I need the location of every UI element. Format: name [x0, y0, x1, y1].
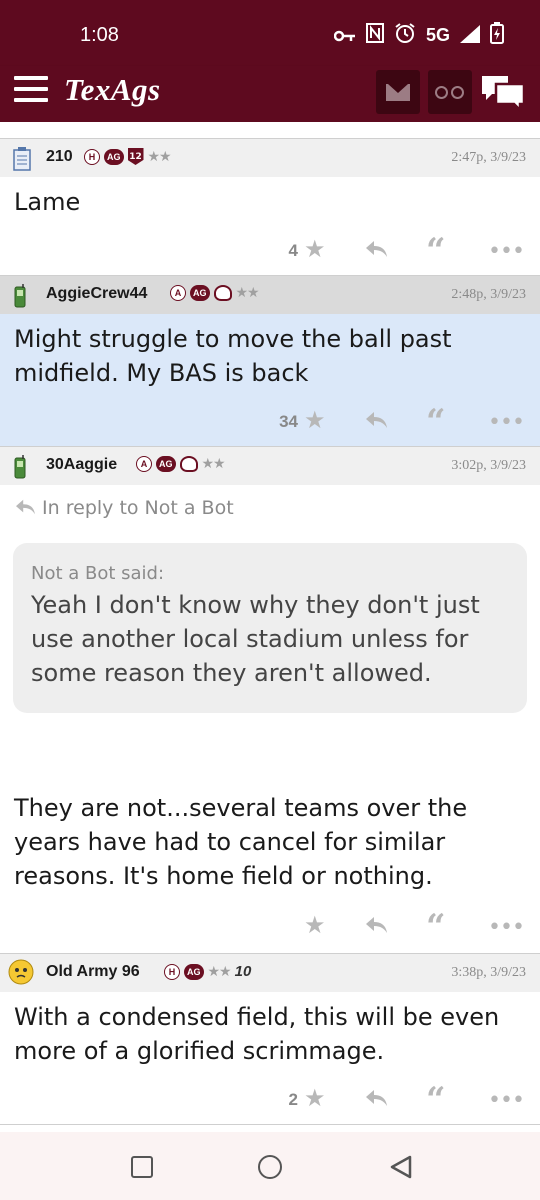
post: Old Army 96 H AG ★★ 10 3:38p, 3/9/23 Wit…	[0, 953, 540, 1124]
key-icon	[333, 24, 356, 48]
rating-stars: ★★	[147, 148, 172, 165]
app-bar: TexAgs	[0, 66, 540, 122]
post-body: Lame	[0, 177, 540, 227]
status-bar: 1:08 5G	[0, 0, 540, 66]
quote-box: Not a Bot said: Yeah I don't know why th…	[13, 543, 527, 713]
badge-h: H	[164, 963, 180, 980]
post-header: AggieCrew44 A AG ★★ 2:48p, 3/9/23	[0, 276, 540, 314]
badge-ag: AG	[104, 148, 124, 165]
recents-icon[interactable]	[131, 1156, 153, 1178]
signal-icon	[460, 24, 480, 48]
badge-h: H	[84, 148, 100, 165]
helmet-icon	[213, 285, 232, 301]
quote-icon[interactable]: “	[426, 231, 446, 271]
user-badges: H AG ★★ 10	[164, 963, 251, 980]
star-icon[interactable]: ★	[304, 1084, 326, 1112]
post-body: They are not...several teams over the ye…	[0, 713, 540, 903]
badge-ag: AG	[190, 285, 210, 301]
user-badges: A AG ★★	[170, 285, 260, 301]
texags-logo[interactable]: TexAgs	[64, 72, 161, 108]
mail-icon	[386, 84, 410, 101]
star-count: 4	[288, 241, 298, 260]
username[interactable]: 210	[46, 148, 73, 166]
network-type: 5G	[425, 25, 450, 45]
more-icon[interactable]: •••	[488, 915, 525, 940]
menu-icon[interactable]	[14, 76, 48, 104]
more-icon[interactable]: •••	[488, 1088, 525, 1113]
post-header: 210 H AG 12 ★★ 2:47p, 3/9/23	[0, 139, 540, 177]
star-icon[interactable]: ★	[304, 406, 326, 434]
post-actions: ★ “ •••	[0, 903, 540, 953]
badge-a: A	[170, 285, 186, 301]
reply-icon[interactable]	[364, 410, 388, 435]
post-text: Lame	[14, 188, 81, 216]
reply-icon[interactable]	[364, 239, 388, 264]
star-icon[interactable]: ★	[304, 911, 326, 939]
post-actions: 4 ★ “ •••	[0, 227, 540, 275]
reply-to-text: In reply to Not a Bot	[42, 497, 234, 519]
post-actions: 34 ★ “ •••	[0, 398, 540, 446]
star-count: 34	[279, 412, 298, 431]
reply-to-link[interactable]: In reply to Not a Bot	[0, 485, 540, 529]
nfc-icon	[365, 23, 384, 48]
reply-icon	[14, 498, 36, 521]
binoculars-button[interactable]	[428, 70, 472, 114]
quote-icon[interactable]: “	[426, 1080, 446, 1120]
post-text: With a condensed field, this will be eve…	[14, 1003, 500, 1065]
rating-stars: ★★	[201, 456, 226, 472]
username[interactable]: 30Aaggie	[46, 456, 117, 474]
star-count: 2	[288, 1090, 298, 1109]
post: 30Aaggie A AG ★★ 3:02p, 3/9/23 In reply …	[0, 446, 540, 953]
post-partial	[0, 1124, 540, 1132]
cellphone-icon	[12, 455, 32, 479]
user-badges: H AG 12 ★★	[84, 148, 172, 165]
post-header: 30Aaggie A AG ★★ 3:02p, 3/9/23	[0, 447, 540, 485]
reply-icon[interactable]	[364, 1088, 388, 1113]
post-text: They are not...several teams over the ye…	[14, 794, 468, 890]
post-text: Might struggle to move the ball past mid…	[14, 325, 452, 387]
post-timestamp: 2:47p, 3/9/23	[451, 150, 526, 165]
badge-12: 12	[127, 148, 144, 165]
post-header: Old Army 96 H AG ★★ 10 3:38p, 3/9/23	[0, 954, 540, 992]
quote-text: Yeah I don't know why they don't just us…	[31, 591, 480, 687]
username[interactable]: Old Army 96	[46, 963, 140, 981]
status-time: 1:08	[80, 24, 119, 46]
system-nav-bar	[0, 1132, 540, 1200]
rating-stars: ★★	[207, 963, 232, 980]
post-timestamp: 2:48p, 3/9/23	[451, 287, 526, 302]
badge-ag: AG	[156, 456, 176, 472]
post-actions: 2 ★ “ •••	[0, 1076, 540, 1124]
notepad-icon	[12, 147, 32, 171]
post-body: With a condensed field, this will be eve…	[0, 992, 540, 1076]
helmet-icon	[179, 456, 198, 472]
post-highlighted: AggieCrew44 A AG ★★ 2:48p, 3/9/23 Might …	[0, 275, 540, 446]
user-badges: A AG ★★	[136, 456, 226, 472]
cellphone-icon	[12, 284, 32, 308]
post: 210 H AG 12 ★★ 2:47p, 3/9/23 Lame 4 ★ “ …	[0, 138, 540, 275]
quote-author: Not a Bot said:	[31, 563, 165, 584]
badge-10: 10	[234, 963, 252, 980]
post-timestamp: 3:02p, 3/9/23	[451, 458, 526, 473]
post-body: Might struggle to move the ball past mid…	[0, 314, 540, 398]
post-timestamp: 3:38p, 3/9/23	[451, 965, 526, 980]
posts-feed[interactable]: 210 H AG 12 ★★ 2:47p, 3/9/23 Lame 4 ★ “ …	[0, 122, 540, 1132]
chat-icon[interactable]	[480, 72, 526, 114]
emoji-avatar-icon	[8, 959, 34, 985]
badge-a: A	[136, 456, 152, 472]
rating-stars: ★★	[235, 285, 260, 301]
more-icon[interactable]: •••	[488, 239, 525, 264]
quote-icon[interactable]: “	[426, 907, 446, 947]
more-icon[interactable]: •••	[488, 410, 525, 435]
username[interactable]: AggieCrew44	[46, 285, 147, 303]
badge-ag: AG	[184, 963, 204, 980]
battery-charging-icon	[490, 22, 504, 49]
status-icons: 5G	[333, 22, 504, 49]
alarm-icon	[394, 22, 416, 49]
reply-icon[interactable]	[364, 915, 388, 940]
home-icon[interactable]	[258, 1155, 282, 1179]
back-icon[interactable]	[388, 1154, 414, 1180]
quote-icon[interactable]: “	[426, 402, 446, 442]
mail-button[interactable]	[376, 70, 420, 114]
star-icon[interactable]: ★	[304, 235, 326, 263]
